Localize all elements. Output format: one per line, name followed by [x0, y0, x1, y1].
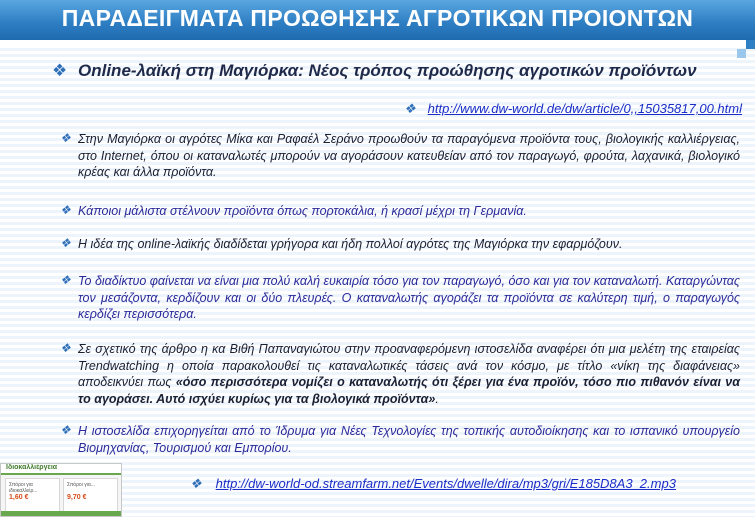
- article-link-row: ❖ http://www.dw-world.de/dw/article/0,,15…: [404, 101, 742, 116]
- bullet-diamond-icon: ❖: [60, 236, 71, 250]
- paragraph-6: ❖ Η ιστοσελίδα επιχορηγείται από το Ίδρυ…: [60, 423, 740, 456]
- thumbnail-caption-1: Σπόροι για ιδιοκαλλιέρ...: [9, 482, 38, 494]
- audio-link-row: ❖ http://dw-world-od.streamfarm.net/Event…: [190, 476, 676, 491]
- paragraph-1-text: Στην Μαγιόρκα οι αγρότες Μίκα και Ραφαέλ…: [78, 132, 740, 179]
- thumbnail-site-name: Ιδιοκαλλιέργεια: [6, 464, 58, 471]
- website-thumbnail: Ιδιοκαλλιέργεια Σπόροι για ιδιοκαλλιέρ..…: [0, 463, 122, 517]
- paragraph-5-end: .: [435, 391, 439, 406]
- thumbnail-product-2: Σπόροι για... 9,70 €: [63, 478, 118, 512]
- bullet-diamond-icon: ❖: [190, 476, 202, 491]
- thumbnail-price-1: 1,60 €: [9, 494, 29, 501]
- article-link[interactable]: http://www.dw-world.de/dw/article/0,,150…: [428, 101, 742, 116]
- subtitle: Online-λαϊκή στη Μαγιόρκα: Νέος τρόπος π…: [78, 61, 697, 80]
- paragraph-5: ❖ Σε σχετικό της άρθρο η κα Βιθή Παπαναγ…: [60, 341, 740, 407]
- bullet-diamond-icon: ❖: [60, 341, 71, 355]
- bullet-diamond-icon: ❖: [60, 203, 71, 217]
- paragraph-5-text: Σε σχετικό της άρθρο η κα Βιθή Παπαναγιώ…: [78, 341, 740, 407]
- paragraph-3-text: Η ιδέα της online-λαϊκής διαδίδεται γρήγ…: [78, 237, 623, 251]
- bullet-diamond-icon: ❖: [60, 423, 71, 437]
- thumbnail-caption-2: Σπόροι για...: [67, 482, 95, 488]
- thumbnail-header: Ιδιοκαλλιέργεια: [1, 464, 121, 475]
- paragraph-1: ❖ Στην Μαγιόρκα οι αγρότες Μίκα και Ραφα…: [60, 131, 740, 181]
- thumbnail-price-2: 9,70 €: [67, 494, 87, 501]
- paragraph-3: ❖ Η ιδέα της online-λαϊκής διαδίδεται γρ…: [60, 236, 740, 253]
- thumbnail-product-1: Σπόροι για ιδιοκαλλιέρ... 1,60 €: [5, 478, 60, 512]
- paragraph-2-text: Κάποιοι μάλιστα στέλνουν προϊόντα όπως π…: [78, 204, 527, 218]
- thumbnail-footer-strip: [1, 511, 121, 516]
- bullet-diamond-icon: ❖: [404, 101, 416, 116]
- bullet-diamond-icon: ❖: [60, 131, 71, 145]
- slide-title: ΠΑΡΑΔΕΙΓΜΑΤΑ ΠΡΟΩΘΗΣΗΣ ΑΓΡΟΤΙΚΩΝ ΠΡΟΙΟΝΤ…: [61, 5, 694, 31]
- bullet-diamond-icon: ❖: [60, 273, 71, 287]
- paragraph-4-text: Το διαδίκτυο φαίνεται να είναι μια πολύ …: [78, 274, 740, 321]
- bullet-diamond-icon: ❖: [52, 61, 68, 80]
- paragraph-5-quote: «όσο περισσότερα νομίζει ο καταναλωτής ό…: [78, 375, 740, 406]
- paragraph-2: ❖ Κάποιοι μάλιστα στέλνουν προϊόντα όπως…: [60, 203, 740, 220]
- audio-link[interactable]: http://dw-world-od.streamfarm.net/Events…: [216, 476, 676, 491]
- paragraph-4: ❖ Το διαδίκτυο φαίνεται να είναι μια πολ…: [60, 273, 740, 323]
- paragraph-6-text: Η ιστοσελίδα επιχορηγείται από το Ίδρυμα…: [78, 424, 740, 455]
- title-bar: ΠΑΡΑΔΕΙΓΜΑΤΑ ΠΡΟΩΘΗΣΗΣ ΑΓΡΟΤΙΚΩΝ ΠΡΟΙΟΝΤ…: [0, 0, 755, 40]
- subtitle-block: ❖ Online-λαϊκή στη Μαγιόρκα: Νέος τρόπος…: [52, 60, 742, 81]
- corner-decoration-icon: [737, 40, 755, 58]
